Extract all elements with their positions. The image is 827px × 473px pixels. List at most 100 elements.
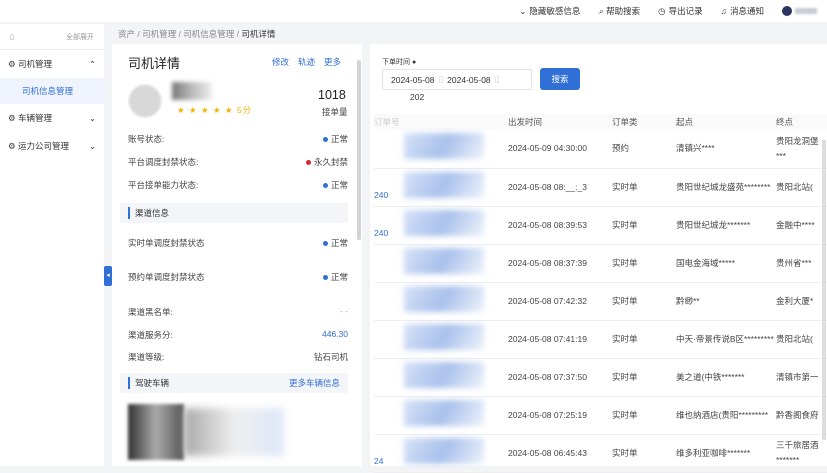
table-row[interactable]: 240 2024-05-08 08:39:53 实时单 贵阳世纪城龙******* 金融…: [374, 206, 827, 245]
bell-icon: ♫: [720, 6, 727, 16]
cell-type: 实时单: [612, 219, 638, 230]
order-id-redacted: [404, 133, 484, 160]
clock-icon: ◷: [658, 5, 666, 16]
cell-end: 金利大厦*: [776, 295, 814, 306]
more-vehicle-link[interactable]: 更多车辆信息: [289, 377, 340, 389]
orders-table: 订单号 出发时间 订单类 起点 终点 2024-05-09 04:30:00 预约 清镇兴*…: [374, 114, 827, 473]
cell-end: 贵州省***: [776, 257, 812, 268]
order-count: 1018: [318, 88, 346, 102]
export-records-button[interactable]: ◷ 导出记录: [658, 5, 702, 17]
cell-type: 实时单: [612, 333, 638, 344]
order-id-redacted: [404, 209, 484, 236]
order-id-redacted: [404, 285, 484, 312]
table-row[interactable]: 2024-05-08 07:37:50 实时单 美之道(中铁******* 清镇市第一: [374, 358, 827, 397]
more-link[interactable]: 更多: [324, 56, 341, 68]
calendar-icon: ▯: [438, 74, 444, 84]
cell-start: 贵阳世纪城龙*******: [676, 219, 751, 230]
cell-time: 2024-05-08 07:42:32: [508, 295, 587, 306]
cell-end: 贵阳北站(: [776, 181, 813, 192]
collapse-icon[interactable]: ▯: [10, 33, 14, 41]
cell-end: 贵阳龙洞堡***: [776, 135, 819, 161]
cell-type: 实时单: [612, 409, 638, 420]
cell-time: 2024-05-08 07:25:19: [508, 409, 587, 420]
top-bar: ⌄ 隐藏敏感信息 ⌕ 帮助搜索 ◷ 导出记录 ♫ 消息通知: [0, 0, 827, 22]
sidebar-item-driver-info[interactable]: 司机信息管理: [0, 78, 104, 104]
vehicle-photo-redacted: [184, 408, 284, 456]
table-header: 订单号 出发时间 订单类 起点 终点: [374, 114, 827, 130]
cell-time: 2024-05-08 06:45:43: [508, 447, 587, 458]
channel-info-row: 渠道服务分: 446.30: [128, 329, 348, 340]
date-filter-label: 下单时间 ●: [382, 59, 417, 66]
breadcrumb-item[interactable]: 司机管理: [142, 29, 176, 39]
cell-end: 金融中****: [776, 219, 815, 230]
cell-time: 2024-05-08 08:39:53: [508, 219, 587, 230]
hide-sensitive-button[interactable]: ⌄ 隐藏敏感信息: [519, 5, 580, 17]
collapse-toggle[interactable]: ◂: [104, 266, 112, 286]
order-id-redacted: [404, 247, 484, 274]
chevron-down-icon: ⌄: [88, 140, 96, 151]
calendar-icon: ▯: [494, 74, 500, 84]
sidebar-item-driver-mgmt[interactable]: ⚙ 司机管理 ⌃: [0, 50, 104, 78]
breadcrumb-item[interactable]: 资产: [118, 29, 135, 39]
breadcrumb-item[interactable]: 司机信息管理: [183, 29, 234, 39]
table-row[interactable]: 2024-05-08 08:37:39 实时单 国电金海域***** 贵州省***: [374, 244, 827, 283]
cell-type: 预约: [612, 143, 630, 154]
sidebar-item-fleet-mgmt[interactable]: ⚙ 运力公司管理 ⌄: [0, 132, 104, 160]
cell-end: 三千旅居酒*******: [776, 440, 819, 465]
channel-status-row: 预约单调度封禁状态 正常: [128, 272, 348, 282]
breadcrumb-current: 司机详情: [241, 29, 276, 39]
table-row[interactable]: 2024-05-08 07:41:19 实时单 中天·帝景传说B区*********…: [374, 320, 827, 359]
table-row[interactable]: 2024-05-08 07:25:19 实时单 维也纳酒店(贵阳********* 黔…: [374, 396, 827, 435]
order-id-redacted: [404, 399, 484, 426]
search-button[interactable]: 搜索: [540, 68, 580, 90]
gear-icon: ⚙: [8, 113, 18, 123]
driver-actions: 修改 轨迹 更多: [272, 56, 341, 68]
track-link[interactable]: 轨迹: [298, 56, 315, 68]
notifications-button[interactable]: ♫ 消息通知: [721, 5, 764, 17]
edit-link[interactable]: 修改: [272, 56, 289, 68]
date-range-picker[interactable]: 2024-05-08 ▯ 2024-05-08 ▯: [382, 69, 532, 90]
panel-scrollbar[interactable]: [357, 60, 361, 240]
user-menu[interactable]: [782, 6, 817, 16]
cell-time: 2024-05-08 07:37:50: [508, 371, 587, 382]
help-search-button[interactable]: ⌕ 帮助搜索: [598, 5, 640, 17]
cell-start: 贵阳世纪城龙盛苑********: [676, 181, 771, 192]
status-row: 账号状态: 正常: [128, 134, 348, 144]
table-row[interactable]: 24 2024-05-08 06:45:43 实时单 维多利亚咖啡******* 三千旅…: [374, 434, 827, 473]
vehicle-photo: [128, 404, 184, 460]
cell-time: 2024-05-08 08:37:39: [508, 257, 587, 268]
rating: ★ ★ ★ ★ ★ 5分: [177, 105, 253, 115]
channel-info-row: 渠道黑名单: - -: [128, 306, 348, 317]
cell-time: 2024-05-08 07:41:19: [508, 333, 587, 344]
cell-type: 实时单: [612, 181, 638, 192]
order-id-redacted: [404, 171, 484, 198]
cell-start: 美之道(中铁*******: [676, 371, 745, 382]
cell-time: 2024-05-09 04:30:00: [508, 143, 587, 154]
vehicle-section-header: 驾驶车辆 更多车辆信息: [120, 373, 348, 393]
chevron-down-icon: ⌄: [88, 112, 96, 123]
sidebar-item-vehicle-mgmt[interactable]: ⚙ 车辆管理 ⌄: [0, 104, 104, 132]
cell-start: 维多利亚咖啡*******: [676, 447, 751, 458]
order-id-redacted: [404, 361, 484, 388]
order-id-link[interactable]: 240: [374, 226, 404, 241]
order-count-label: 接单量: [322, 107, 348, 117]
cell-start: 国电金海域*****: [676, 257, 736, 268]
avatar: [782, 6, 792, 16]
driver-avatar: [128, 84, 162, 118]
channel-status-row: 实时单调度封禁状态 正常: [128, 238, 348, 248]
cell-start: 中天·帝景传说B区*********: [676, 333, 774, 344]
table-scrollbar[interactable]: [822, 140, 826, 440]
eye-off-icon: ⌄: [519, 5, 527, 16]
gear-icon: ⚙: [8, 59, 18, 69]
order-id-link[interactable]: 240: [374, 188, 404, 203]
channel-info-row: 渠道等级: 钻石司机: [128, 352, 348, 362]
cell-end: 清镇市第一: [776, 371, 819, 382]
table-row[interactable]: 2024-05-08 07:42:32 实时单 黔缈** 金利大厦*: [374, 282, 827, 321]
channel-section-header: 渠道信息: [120, 203, 348, 223]
table-row[interactable]: 240 2024-05-08 08:__:_3 实时单 贵阳世纪城龙盛苑*******…: [374, 168, 827, 207]
cell-type: 实时单: [612, 257, 638, 268]
order-id-link[interactable]: 24: [374, 454, 404, 469]
status-row: 平台调度封禁状态: 永久封禁: [128, 157, 348, 167]
expand-all-button[interactable]: 全部展开: [66, 32, 94, 42]
table-row[interactable]: 2024-05-09 04:30:00 预约 清镇兴**** 贵阳龙洞堡***: [374, 130, 827, 169]
